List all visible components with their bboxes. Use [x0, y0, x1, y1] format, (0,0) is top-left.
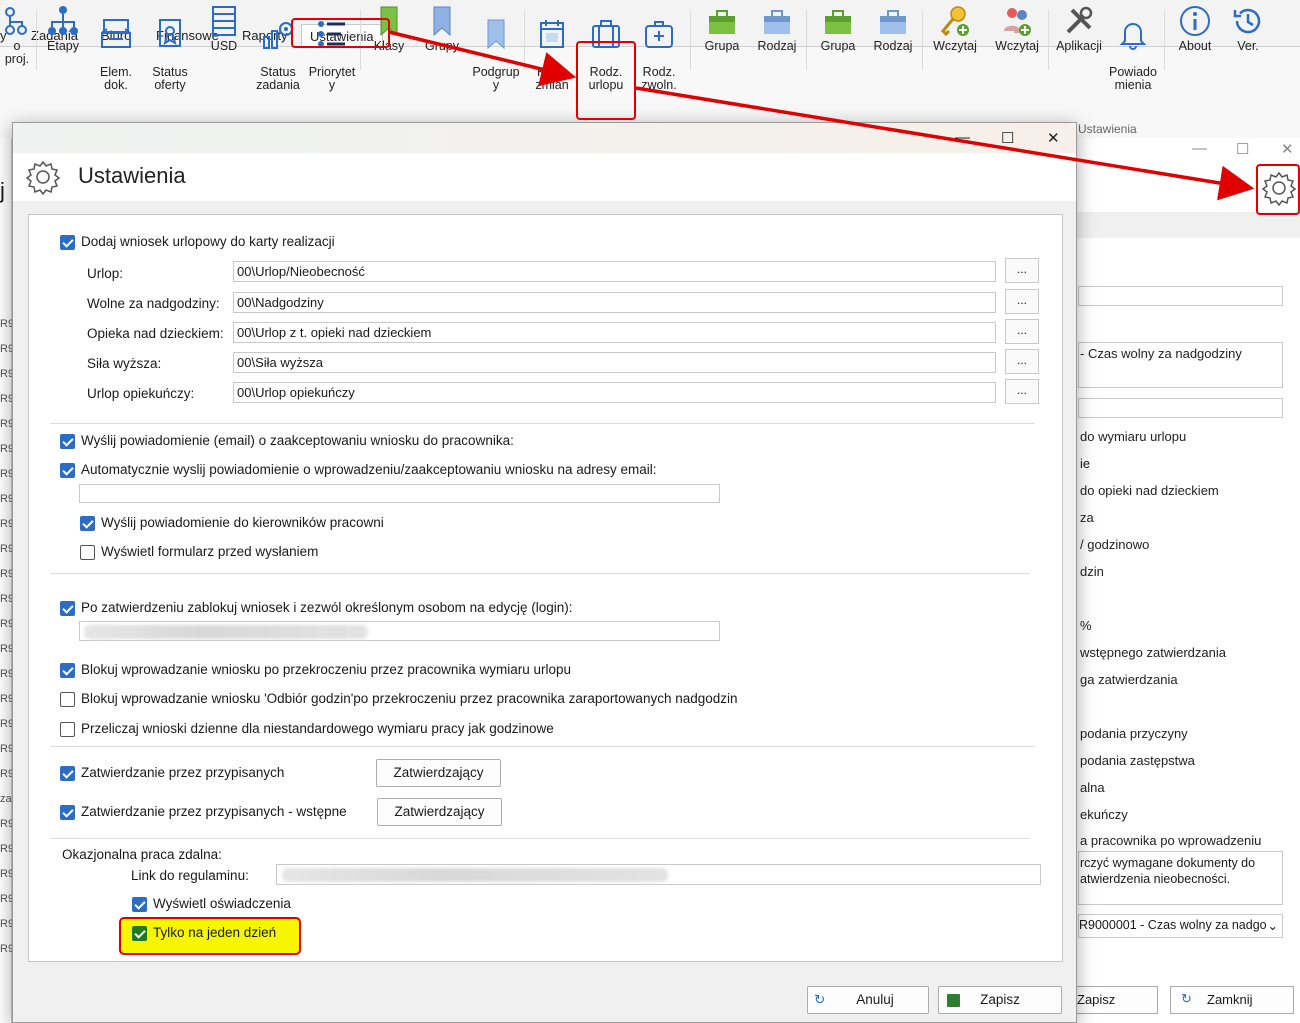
annotation-arrows — [388, 30, 1255, 201]
arrow-to-rodz-urlopu — [388, 30, 577, 87]
arrow-to-gear — [635, 86, 1255, 201]
